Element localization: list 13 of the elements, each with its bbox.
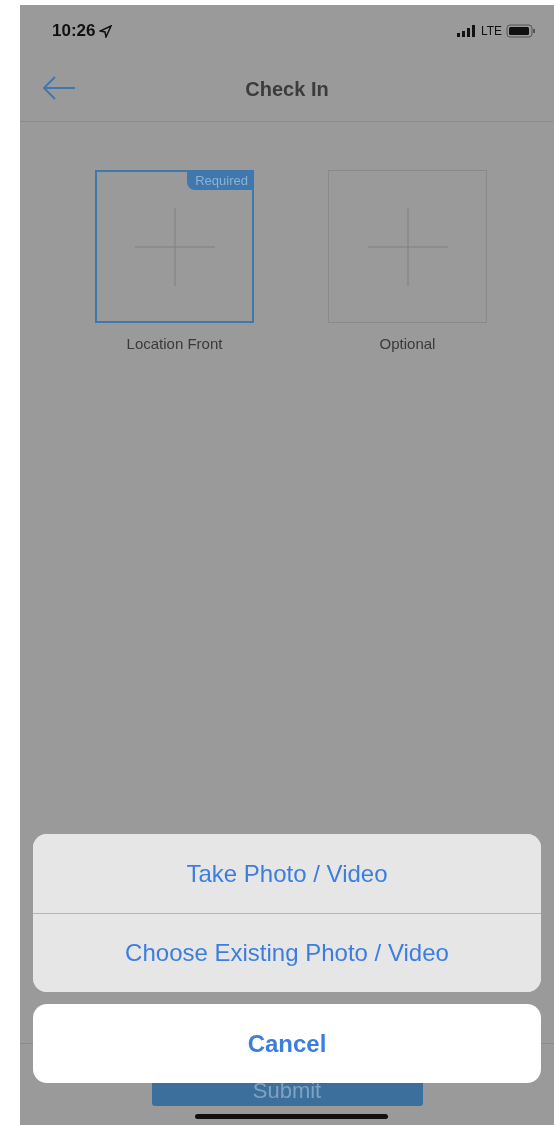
photo-slot[interactable]: Required — [95, 170, 254, 323]
cancel-button[interactable]: Cancel — [33, 1004, 541, 1083]
required-badge: Required — [187, 172, 252, 190]
action-option[interactable]: Choose Existing Photo / Video — [33, 913, 541, 992]
screen-title: Check In — [245, 77, 329, 101]
slot-label: Optional — [379, 335, 436, 352]
status-time: 10:26 — [52, 21, 96, 41]
location-arrow-icon — [99, 24, 113, 38]
network-label: LTE — [480, 24, 502, 38]
signal-icon — [456, 25, 477, 37]
back-arrow-icon — [42, 75, 76, 101]
battery-icon — [506, 24, 536, 38]
slot-label: Location Front — [126, 335, 223, 352]
